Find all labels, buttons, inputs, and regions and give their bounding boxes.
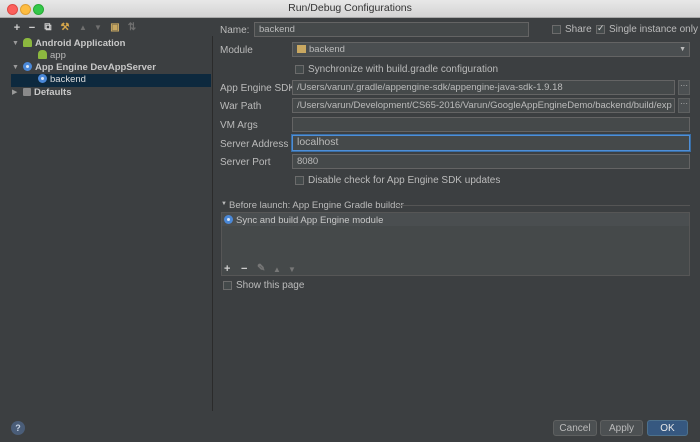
tree-item-label: backend: [50, 74, 86, 85]
app-engine-icon: [38, 74, 47, 83]
before-launch-header: Before launch: App Engine Gradle builder: [229, 200, 404, 211]
ok-button[interactable]: OK: [647, 420, 688, 436]
server-port-label: Server Port: [220, 157, 271, 168]
add-configuration-icon[interactable]: +: [11, 22, 23, 34]
android-icon: [23, 38, 32, 47]
move-up-icon[interactable]: ▲: [77, 22, 89, 34]
app-engine-sdk-field[interactable]: /Users/varun/.gradle/appengine-sdk/appen…: [292, 80, 675, 95]
defaults-icon: [23, 88, 31, 96]
share-checkbox[interactable]: [552, 25, 561, 34]
move-task-down-icon[interactable]: ▼: [288, 265, 296, 274]
server-port-field[interactable]: 8080: [292, 154, 690, 169]
browse-war-button[interactable]: ···: [678, 98, 690, 113]
collapse-section-icon[interactable]: ▼: [221, 201, 227, 207]
vm-args-label: VM Args: [220, 120, 258, 131]
module-select-value: backend: [309, 44, 345, 55]
before-launch-item-label: Sync and build App Engine module: [236, 215, 384, 226]
browse-sdk-button[interactable]: ···: [678, 80, 690, 95]
app-engine-icon: [224, 215, 233, 224]
tree-item-app[interactable]: app: [38, 50, 66, 62]
tree-item-app-engine-devappserver[interactable]: App Engine DevAppServer: [23, 62, 156, 74]
single-instance-checkbox[interactable]: [596, 23, 605, 34]
module-select[interactable]: backend ▼: [292, 42, 690, 57]
tree-item-label: app: [50, 50, 66, 61]
cancel-button[interactable]: Cancel: [553, 420, 597, 436]
vm-args-field[interactable]: [292, 117, 690, 132]
disable-sdk-check-checkbox[interactable]: [295, 176, 304, 185]
single-instance-label: Single instance only: [609, 24, 698, 35]
help-icon[interactable]: ?: [11, 421, 25, 435]
show-this-page-checkbox[interactable]: [223, 281, 232, 290]
add-task-icon[interactable]: +: [224, 263, 230, 275]
expand-arrow-icon[interactable]: ▼: [12, 62, 20, 74]
war-path-field[interactable]: /Users/varun/Development/CS65-2016/Varun…: [292, 98, 675, 113]
move-task-up-icon[interactable]: ▲: [273, 265, 281, 274]
window-title-bar: Run/Debug Configurations: [0, 0, 700, 18]
remove-configuration-icon[interactable]: −: [26, 22, 38, 34]
app-engine-icon: [23, 62, 32, 71]
copy-configuration-icon[interactable]: ⧉: [42, 22, 54, 34]
disable-sdk-check-label: Disable check for App Engine SDK updates: [308, 175, 501, 186]
tree-item-defaults[interactable]: Defaults: [23, 87, 71, 99]
module-label: Module: [220, 45, 253, 56]
server-address-field[interactable]: localhost: [292, 135, 690, 151]
apply-button[interactable]: Apply: [600, 420, 643, 436]
sort-icon[interactable]: ⇅: [126, 22, 138, 34]
tree-item-label: Defaults: [34, 87, 72, 98]
folder-icon[interactable]: ▣: [109, 22, 121, 34]
edit-defaults-icon[interactable]: ⚒: [59, 22, 71, 34]
edit-task-icon[interactable]: ✎: [257, 263, 265, 274]
share-label: Share: [565, 24, 592, 35]
sync-build-gradle-checkbox[interactable]: [295, 65, 304, 74]
android-icon: [38, 50, 47, 59]
module-folder-icon: [297, 45, 306, 53]
tree-item-label: Android Application: [35, 38, 126, 49]
war-path-label: War Path: [220, 101, 262, 112]
show-this-page-label: Show this page: [236, 280, 305, 291]
server-address-label: Server Address: [220, 139, 289, 150]
name-label: Name:: [220, 25, 250, 36]
app-engine-sdk-label: App Engine SDK: [220, 83, 296, 94]
sync-build-gradle-label: Synchronize with build.gradle configurat…: [308, 64, 499, 75]
name-field[interactable]: backend: [254, 22, 529, 37]
collapse-arrow-icon[interactable]: ▶: [12, 87, 20, 99]
remove-task-icon[interactable]: −: [241, 263, 247, 275]
window-title: Run/Debug Configurations: [288, 2, 412, 14]
chevron-down-icon: ▼: [679, 46, 686, 53]
tree-item-backend[interactable]: backend: [38, 74, 86, 86]
tree-item-label: App Engine DevAppServer: [35, 62, 156, 73]
expand-arrow-icon[interactable]: ▼: [12, 38, 20, 50]
section-divider: [395, 205, 690, 206]
before-launch-item[interactable]: Sync and build App Engine module: [222, 213, 689, 226]
move-down-icon[interactable]: ▼: [92, 22, 104, 34]
tree-item-android-application[interactable]: Android Application: [23, 38, 125, 50]
